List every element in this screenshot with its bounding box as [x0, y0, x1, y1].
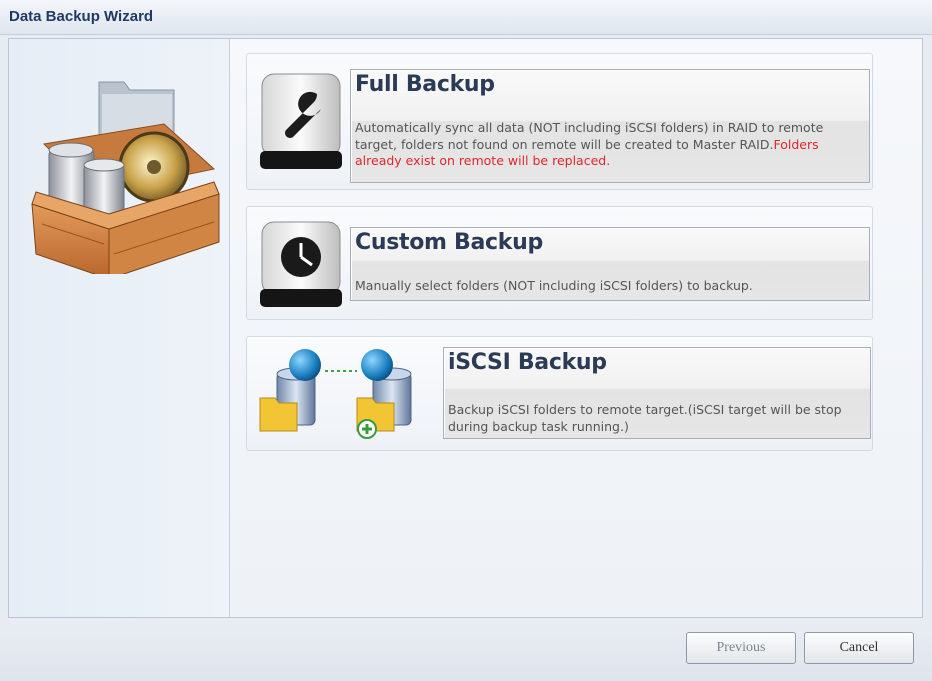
full-backup-title: Full Backup [355, 72, 495, 97]
wizard-sidebar [9, 39, 230, 617]
custom-backup-description: Manually select folders (NOT including i… [355, 278, 753, 293]
cancel-button[interactable]: Cancel [804, 632, 914, 664]
iscsi-backup-option[interactable]: iSCSI Backup Backup iSCSI folders to rem… [246, 336, 873, 451]
iscsi-backup-title: iSCSI Backup [448, 350, 607, 375]
custom-backup-title: Custom Backup [355, 230, 543, 255]
full-backup-description: Automatically sync all data (NOT includi… [355, 120, 855, 170]
iscsi-backup-panel[interactable]: iSCSI Backup Backup iSCSI folders to rem… [443, 347, 871, 439]
full-backup-option[interactable]: Full Backup Automatically sync all data … [246, 53, 873, 190]
wrench-drive-icon [260, 73, 342, 169]
backup-box-illustration [31, 81, 220, 274]
iscsi-backup-description: Backup iSCSI folders to remote target.(i… [448, 402, 842, 434]
full-backup-description-text: Automatically sync all data (NOT includi… [355, 120, 824, 152]
iscsi-transfer-icon [259, 349, 412, 439]
full-backup-panel[interactable]: Full Backup Automatically sync all data … [350, 69, 870, 183]
clock-drive-icon [260, 221, 342, 307]
custom-backup-panel[interactable]: Custom Backup Manually select folders (N… [350, 227, 870, 301]
window-title: Data Backup Wizard [9, 8, 154, 25]
wizard-content: Full Backup Automatically sync all data … [230, 39, 922, 617]
wizard-titlebar: Data Backup Wizard [0, 0, 932, 35]
custom-backup-option[interactable]: Custom Backup Manually select folders (N… [246, 206, 873, 320]
previous-button[interactable]: Previous [686, 632, 796, 664]
wizard-frame: Full Backup Automatically sync all data … [8, 38, 923, 618]
